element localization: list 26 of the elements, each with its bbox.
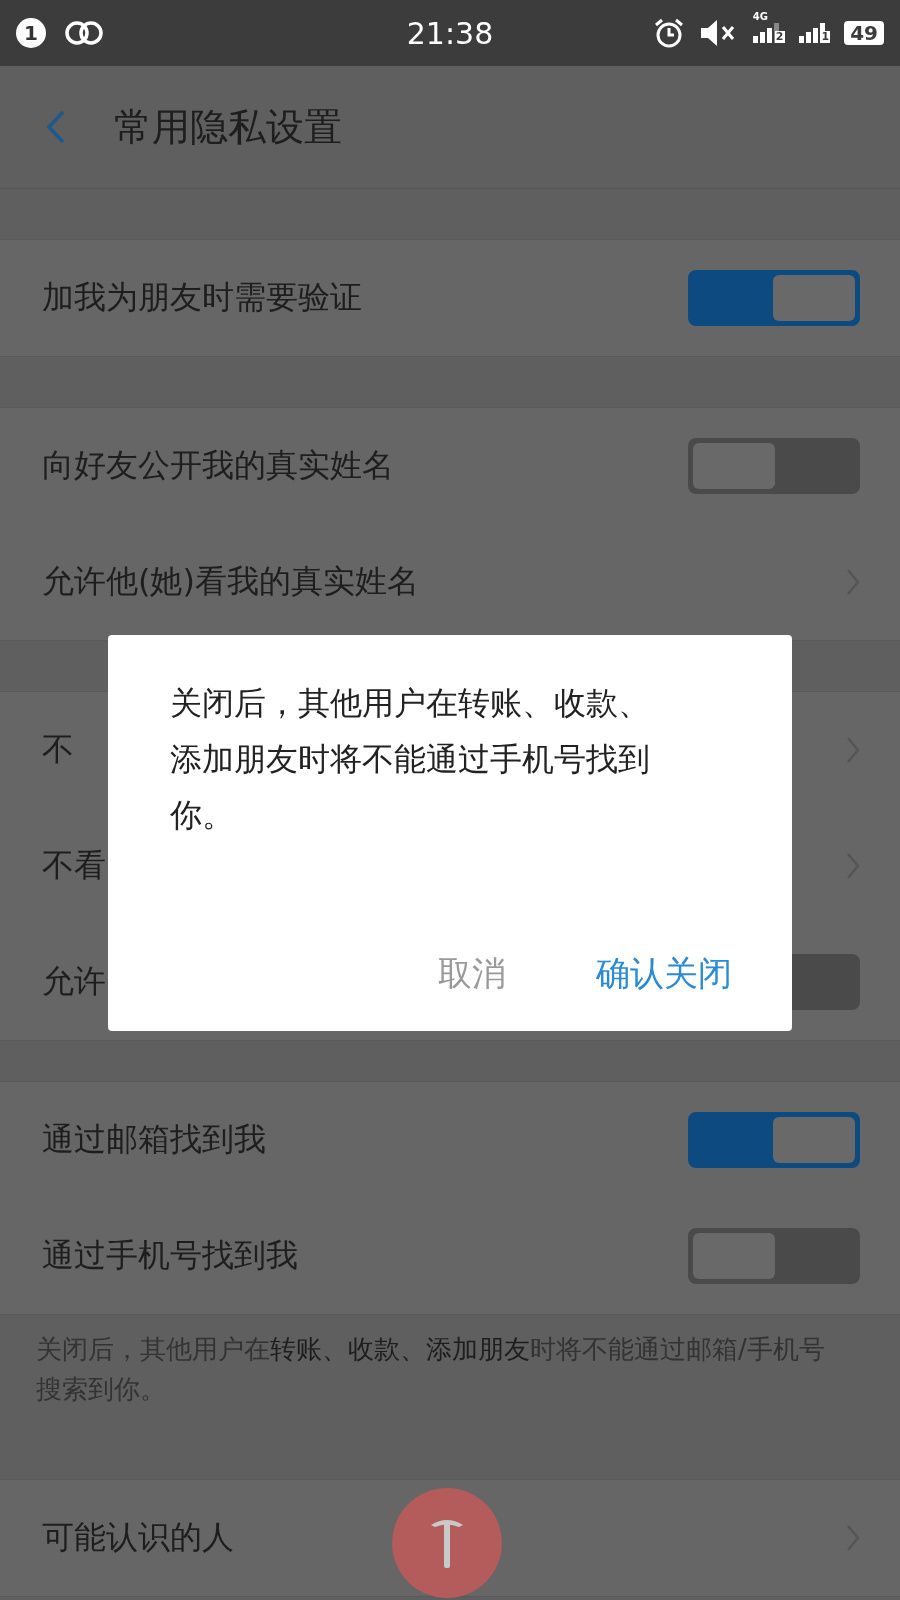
setting-label: 加我为朋友时需要验证 xyxy=(42,277,362,318)
setting-label: 通过手机号找到我 xyxy=(42,1235,298,1276)
sim-label: 2 xyxy=(774,31,785,43)
setting-label: 不 xyxy=(42,729,74,770)
toggle-switch[interactable] xyxy=(688,270,860,326)
alarm-icon xyxy=(652,17,685,49)
back-icon[interactable] xyxy=(46,110,66,144)
sim-label: 1 xyxy=(820,31,831,43)
setting-label: 可能认识的人 xyxy=(42,1517,234,1558)
setting-label: 不看 xyxy=(42,845,106,886)
toggle-switch[interactable] xyxy=(688,1112,860,1168)
notification-badge: 1 xyxy=(16,18,46,48)
dialog-message: 关闭后，其他用户在转账、收款、添加朋友时将不能通过手机号找到你。 xyxy=(170,683,651,836)
setting-label: 向好友公开我的真实姓名 xyxy=(42,445,394,486)
confirm-button[interactable]: 确认关闭 xyxy=(596,947,732,1001)
setting-label: 允许 xyxy=(42,961,106,1002)
setting-label: 通过邮箱找到我 xyxy=(42,1119,266,1160)
network-label: 4G xyxy=(752,11,768,22)
setting-label: 允许他(她)看我的真实姓名 xyxy=(42,561,419,602)
page-title: 常用隐私设置 xyxy=(114,103,342,151)
rings-icon xyxy=(62,19,106,47)
battery-level: 49 xyxy=(844,21,884,45)
clock-time: 21:38 xyxy=(405,15,495,51)
cancel-button[interactable]: 取消 xyxy=(438,947,506,1001)
toggle-switch[interactable] xyxy=(688,438,860,494)
toggle-switch[interactable] xyxy=(688,1228,860,1284)
